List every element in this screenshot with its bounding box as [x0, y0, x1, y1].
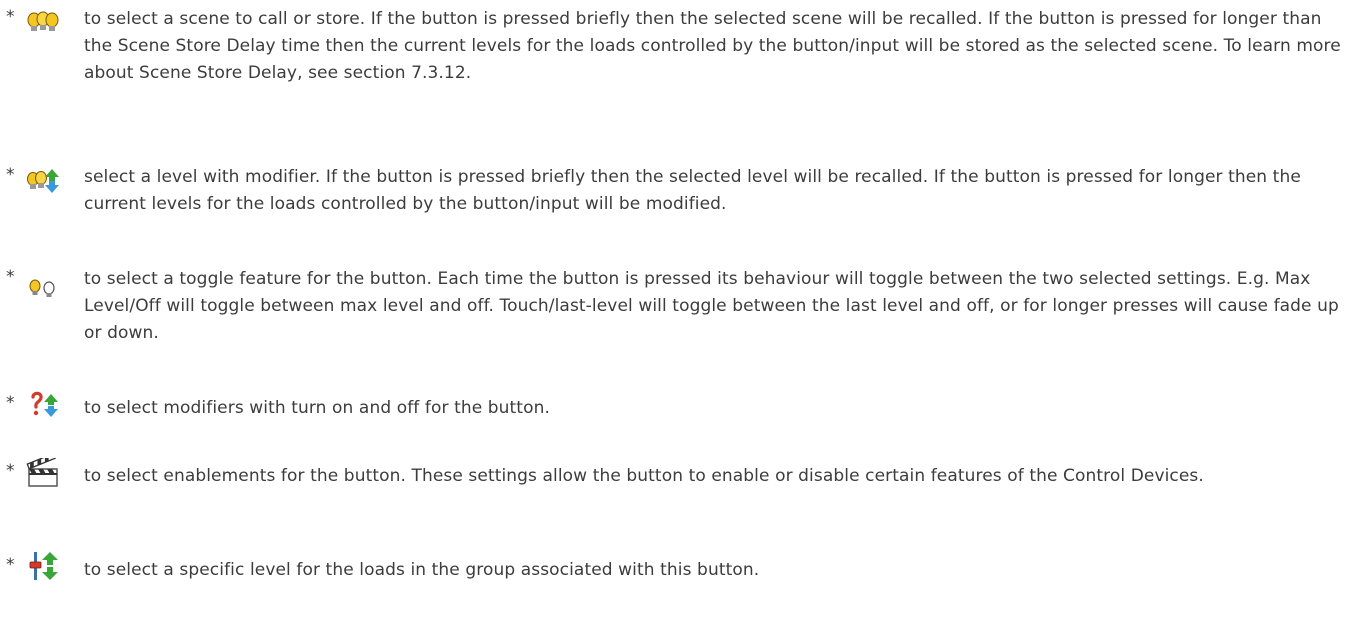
bullet: *	[6, 555, 15, 575]
bullet: *	[6, 393, 15, 413]
bullet: *	[6, 165, 15, 185]
bullet: *	[6, 267, 15, 287]
item-text: to select enablements for the button. Th…	[84, 466, 1204, 486]
modifier-on-off-icon	[25, 391, 61, 419]
clapperboard-icon	[25, 458, 61, 487]
level-slider-icon	[25, 550, 61, 580]
bullet: *	[6, 7, 15, 27]
item-text: to select a specific level for the loads…	[84, 560, 760, 580]
item-text: to select modifiers with turn on and off…	[84, 398, 550, 418]
scene-icon	[25, 9, 61, 37]
level-modifier-icon	[25, 167, 61, 195]
item-text: to select a scene to call or store. If t…	[84, 9, 1341, 83]
item-text: select a level with modifier. If the but…	[84, 167, 1301, 214]
item-text: to select a toggle feature for the butto…	[84, 269, 1339, 343]
toggle-bulbs-icon	[25, 277, 61, 305]
bullet: *	[6, 461, 15, 481]
